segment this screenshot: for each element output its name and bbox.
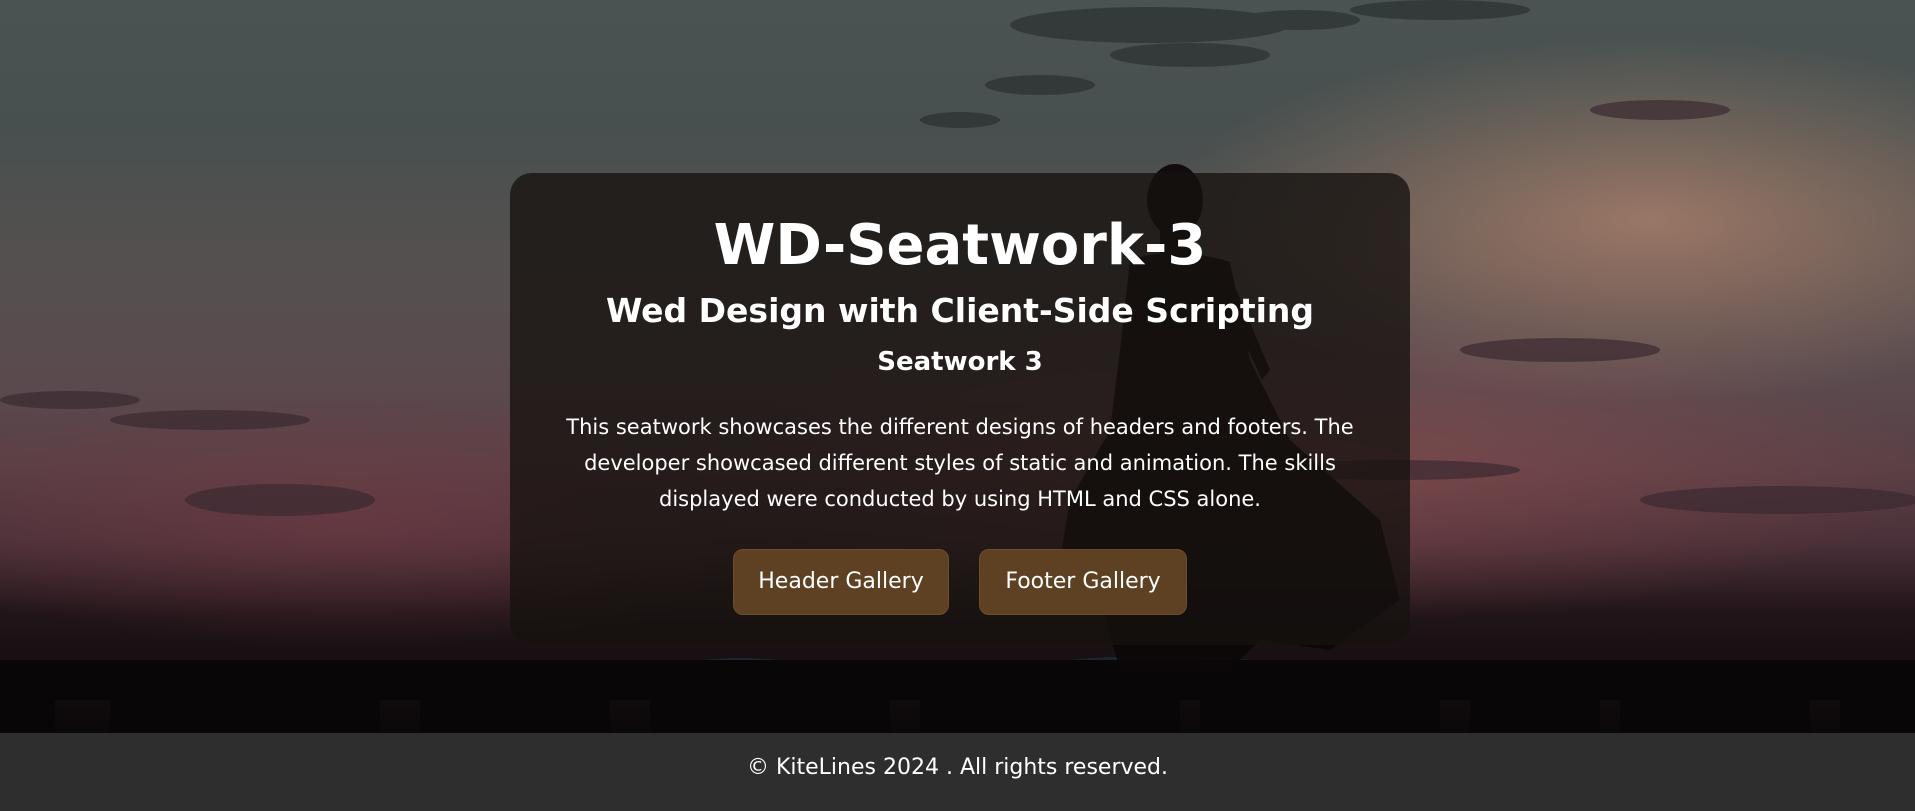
page: WD-Seatwork-3 Wed Design with Client-Sid… [0, 0, 1915, 811]
copyright-text: © KiteLines 2024 . All rights reserved. [746, 755, 1169, 780]
header-gallery-button[interactable]: Header Gallery [733, 549, 949, 615]
course-subtitle: Wed Design with Client-Side Scripting [605, 291, 1315, 330]
clouds [920, 0, 1530, 128]
footer-gallery-button[interactable]: Footer Gallery [979, 549, 1187, 615]
gallery-button-row: Header Gallery Footer Gallery [510, 549, 1410, 615]
description-text: This seatwork showcases the different de… [566, 415, 1354, 511]
intro-card: WD-Seatwork-3 Wed Design with Client-Sid… [510, 173, 1410, 645]
site-footer: © KiteLines 2024 . All rights reserved. [0, 733, 1915, 811]
seatwork-label: Seatwork 3 [877, 347, 1043, 377]
page-title: WD-Seatwork-3 [713, 213, 1207, 278]
pier [0, 660, 1915, 733]
